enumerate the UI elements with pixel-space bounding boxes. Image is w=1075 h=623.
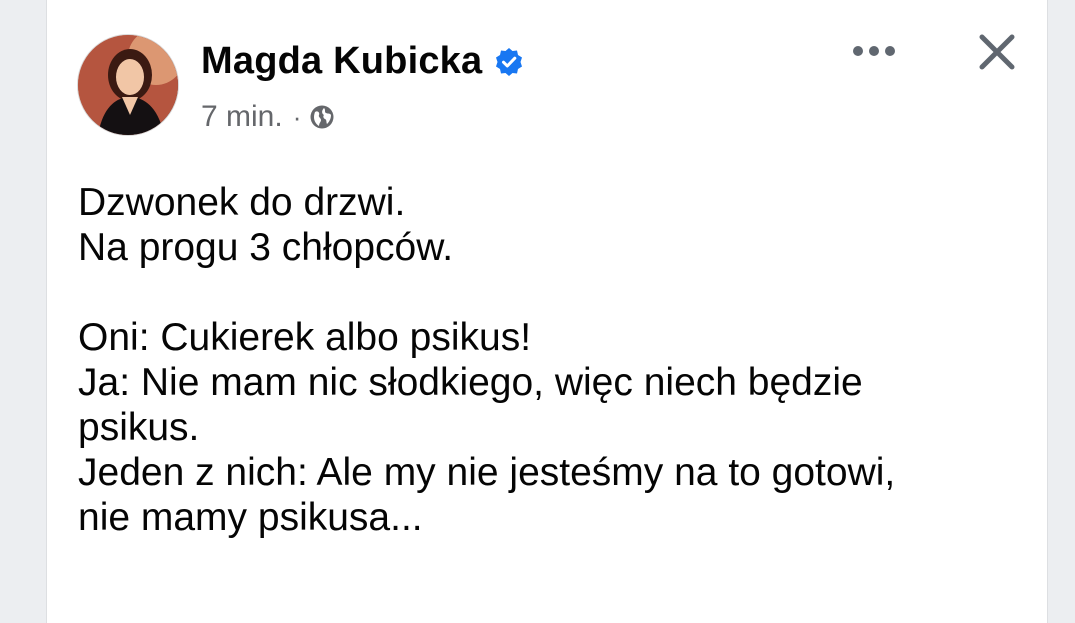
- post-line: Ja: Nie mam nic słodkiego, więc niech bę…: [78, 361, 863, 404]
- post-text: Dzwonek do drzwi. Na progu 3 chłopców. O…: [78, 180, 1028, 540]
- post-line-empty: [78, 270, 1028, 315]
- close-icon: [979, 34, 1015, 70]
- more-options-icon: [853, 46, 895, 56]
- author-line: Magda Kubicka: [201, 40, 524, 83]
- more-options-button[interactable]: [849, 36, 899, 66]
- post-line: psikus.: [78, 406, 200, 449]
- close-button[interactable]: [975, 30, 1019, 74]
- post-line: Jeden z nich: Ale my nie jesteśmy na to …: [78, 451, 896, 494]
- globe-icon[interactable]: [309, 104, 335, 130]
- page: Magda Kubicka 7 min. · Dzwonek do drzwi.…: [0, 0, 1075, 623]
- post-line: Dzwonek do drzwi.: [78, 181, 406, 224]
- meta-separator: ·: [292, 101, 302, 132]
- verified-badge-icon: [494, 47, 524, 77]
- author-name[interactable]: Magda Kubicka: [201, 40, 482, 83]
- avatar[interactable]: [77, 34, 179, 136]
- post-card: Magda Kubicka 7 min. · Dzwonek do drzwi.…: [46, 0, 1048, 623]
- post-time[interactable]: 7 min.: [201, 100, 283, 134]
- post-line: nie mamy psikusa...: [78, 496, 423, 539]
- post-line: Oni: Cukierek albo psikus!: [78, 316, 532, 359]
- post-line: Na progu 3 chłopców.: [78, 226, 454, 269]
- avatar-image: [78, 35, 178, 135]
- post-meta: 7 min. ·: [201, 100, 335, 134]
